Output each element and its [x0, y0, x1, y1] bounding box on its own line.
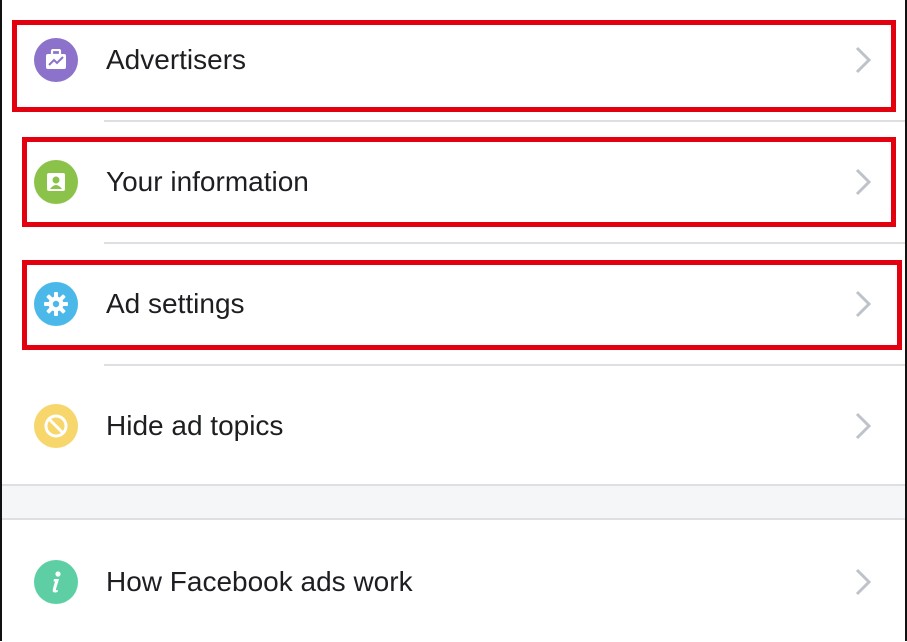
menu-item-ad-settings[interactable]: Ad settings [2, 244, 905, 364]
menu-item-hide-ad-topics[interactable]: Hide ad topics [2, 366, 905, 486]
menu-item-label: Ad settings [106, 288, 245, 319]
chevron-right-icon [855, 290, 871, 318]
chevron-right-icon [855, 568, 871, 596]
block-icon [34, 404, 78, 448]
briefcase-icon [34, 38, 78, 82]
gear-icon [34, 282, 78, 326]
menu-item-label: Your information [106, 166, 309, 197]
menu-item-advertisers[interactable]: Advertisers [2, 0, 905, 120]
menu-item-label: How Facebook ads work [106, 566, 413, 597]
chevron-right-icon [855, 412, 871, 440]
menu-item-how-facebook-ads-work[interactable]: How Facebook ads work [2, 522, 905, 642]
profile-card-icon [34, 160, 78, 204]
menu-item-label: Advertisers [106, 44, 247, 75]
chevron-right-icon [855, 46, 871, 74]
chevron-right-icon [855, 168, 871, 196]
info-icon [34, 560, 78, 604]
menu-item-label: Hide ad topics [106, 410, 284, 441]
menu-item-your-information[interactable]: Your information [2, 122, 905, 242]
section-separator [2, 484, 905, 520]
